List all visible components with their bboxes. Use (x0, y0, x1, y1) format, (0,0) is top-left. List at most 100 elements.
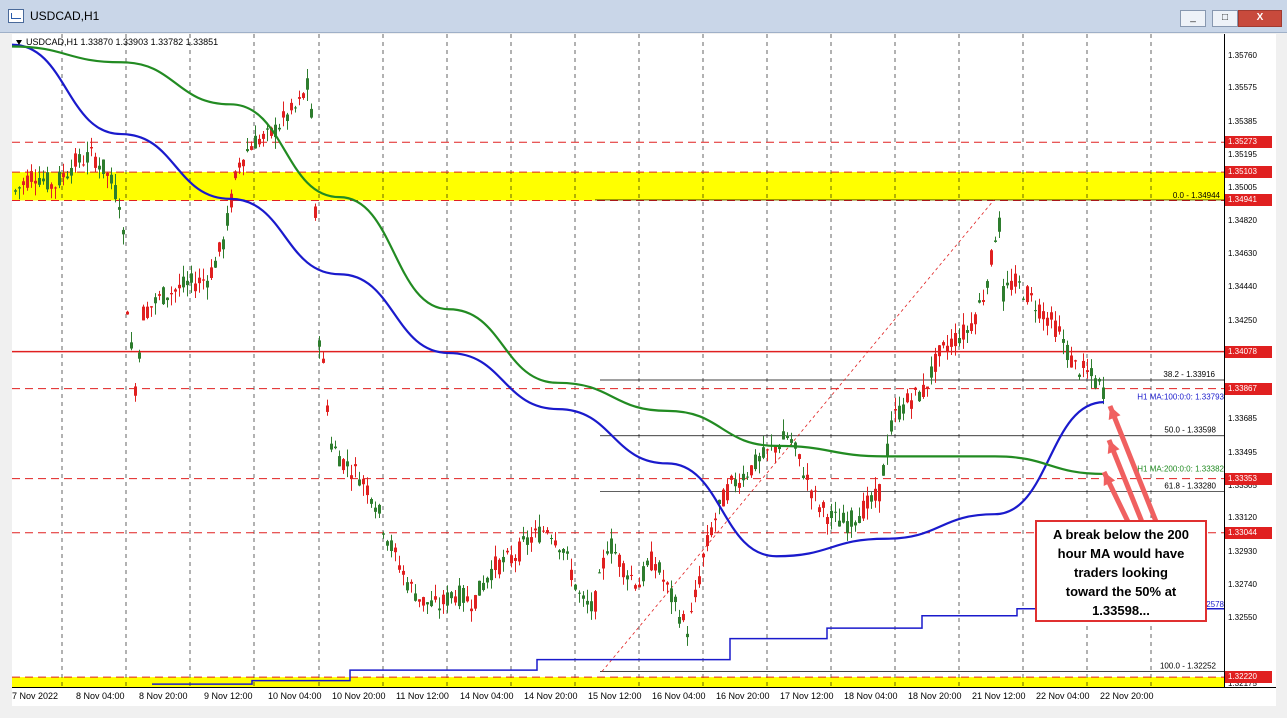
candle-up (1098, 378, 1101, 382)
candle-up (1094, 378, 1097, 388)
candle-up (782, 431, 785, 440)
price-tick-label: 1.35385 (1228, 116, 1257, 126)
candle-down (814, 490, 817, 492)
candle-up (374, 507, 377, 512)
price-axis[interactable]: 1.35760 1.35575 1.35385 1.35195 1.35005 1.348… (1224, 34, 1277, 688)
candle-down (322, 358, 325, 363)
price-tick-label: 1.34250 (1228, 315, 1257, 325)
candle-down (694, 589, 697, 598)
candle-up (742, 473, 745, 481)
candle-up (310, 108, 313, 118)
candle-up (1078, 374, 1081, 377)
candle-down (1026, 286, 1029, 303)
candle-down (950, 338, 953, 347)
candle-up (430, 600, 433, 607)
candle-down (262, 133, 265, 139)
candle-down (1030, 293, 1033, 296)
dropdown-triangle-icon[interactable] (16, 40, 22, 46)
candle-up (830, 510, 833, 519)
candle-up (190, 273, 193, 283)
candle-up (538, 526, 541, 543)
candle-down (470, 608, 473, 612)
candle-down (62, 173, 65, 178)
candle-down (954, 333, 957, 347)
candle-down (826, 517, 829, 524)
candle-down (806, 474, 809, 480)
candle-up (686, 633, 689, 638)
candle-up (382, 533, 385, 535)
candle-down (26, 175, 29, 188)
candle-down (722, 489, 725, 507)
candle-down (926, 386, 929, 389)
candle-down (94, 156, 97, 168)
candle-up (390, 540, 393, 551)
candle-down (74, 153, 77, 167)
candle-up (598, 572, 601, 574)
time-tick-label: 14 Nov 04:00 (460, 691, 514, 701)
candle-down (1050, 312, 1053, 320)
time-tick-label: 8 Nov 20:00 (139, 691, 188, 701)
candle-down (982, 300, 985, 302)
candle-up (958, 337, 961, 344)
minimize-button[interactable]: _ (1180, 10, 1206, 27)
candle-down (510, 555, 513, 564)
close-button[interactable]: X (1238, 10, 1282, 27)
candle-up (642, 566, 645, 582)
candle-up (462, 587, 465, 603)
candle-down (194, 283, 197, 292)
candle-up (1102, 387, 1105, 399)
candle-up (590, 601, 593, 612)
candle-down (710, 527, 713, 536)
candle-down (50, 184, 53, 189)
candle-down (602, 557, 605, 569)
candle-down (726, 484, 729, 501)
candle-up (138, 352, 141, 359)
candle-up (898, 405, 901, 420)
candle-down (258, 138, 261, 145)
candle-up (486, 577, 489, 583)
candle-down (818, 507, 821, 513)
candle-down (910, 400, 913, 409)
candle-down (938, 345, 941, 357)
candle-up (478, 580, 481, 596)
candle-down (542, 530, 545, 532)
candle-up (562, 549, 565, 553)
time-tick-label: 7 Nov 2022 (12, 691, 59, 701)
candle-down (862, 500, 865, 519)
candle-up (86, 152, 89, 163)
candle-down (1074, 360, 1077, 362)
time-tick-label: 15 Nov 12:00 (588, 691, 642, 701)
fib-label: 61.8 - 1.33280 (1164, 481, 1216, 490)
candle-up (526, 537, 529, 545)
time-tick-label: 16 Nov 04:00 (652, 691, 706, 701)
candle-up (886, 443, 889, 457)
candle-down (662, 579, 665, 582)
annotation-line: A break below the 200 (1052, 527, 1190, 542)
candle-up (994, 240, 997, 242)
candle-down (234, 171, 237, 179)
candle-up (206, 280, 209, 288)
candle-up (370, 499, 373, 504)
candle-up (918, 391, 921, 402)
candle-up (646, 560, 649, 566)
candle-down (410, 581, 413, 584)
candle-down (1046, 317, 1049, 326)
price-level-tag: 1.33353 (1225, 472, 1272, 485)
fib-label: 38.2 - 1.33916 (1163, 370, 1215, 379)
candle-down (798, 454, 801, 459)
ma100-label: H1 MA:100:0:0: 1.33793 (1137, 393, 1224, 402)
candle-down (314, 206, 317, 218)
time-axis[interactable]: 7 Nov 2022 8 Nov 04:00 8 Nov 20:00 9 Nov 12… (12, 687, 1276, 706)
candle-down (570, 569, 573, 581)
candle-down (638, 584, 641, 588)
candle-down (418, 599, 421, 602)
candle-up (226, 213, 229, 226)
candle-down (730, 475, 733, 480)
maximize-button[interactable]: □ (1212, 10, 1238, 27)
price-level-tag: 1.32220 (1225, 671, 1272, 684)
candle-down (202, 279, 205, 281)
candle-down (546, 530, 549, 533)
candle-down (1042, 311, 1045, 320)
price-tick-label: 1.33495 (1228, 447, 1257, 457)
candle-down (134, 386, 137, 396)
